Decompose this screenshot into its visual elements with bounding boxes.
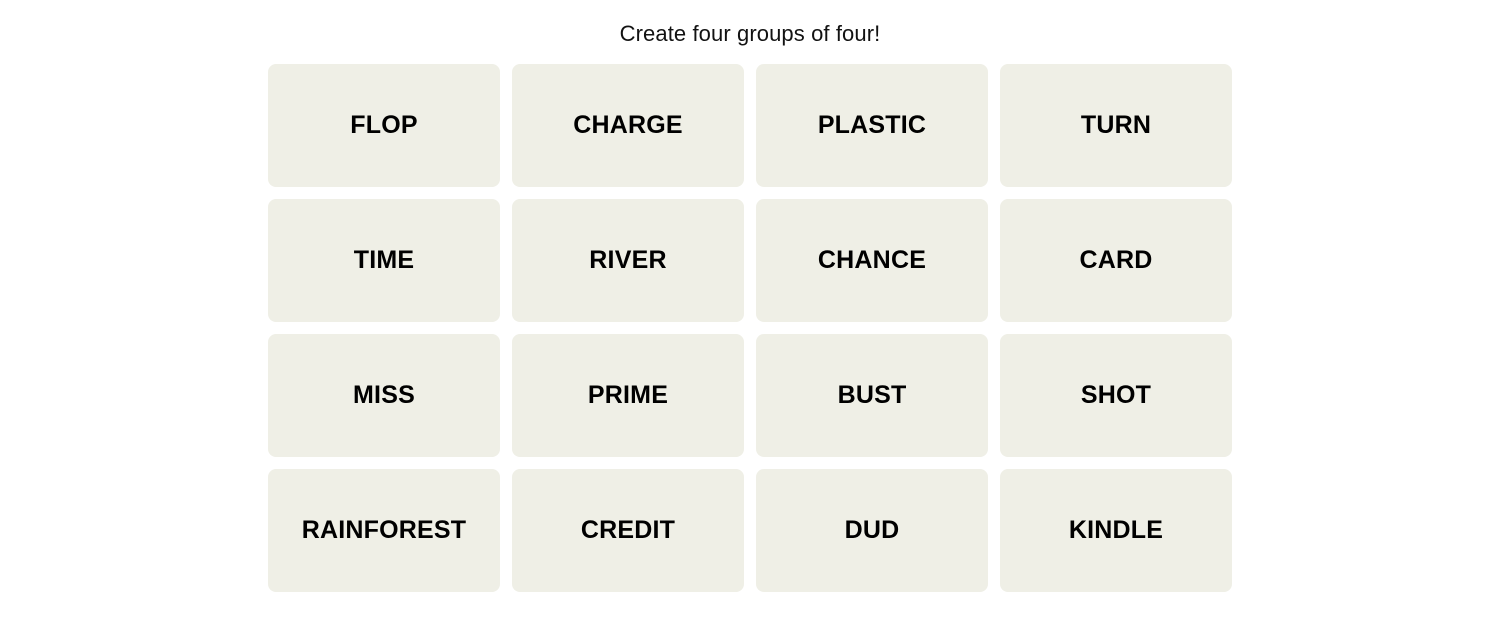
word-tile-prime[interactable]: PRIME xyxy=(512,334,744,457)
word-tile-shot[interactable]: SHOT xyxy=(1000,334,1232,457)
word-tile-label: TIME xyxy=(353,246,415,274)
word-tile-label: CHANCE xyxy=(817,246,927,274)
word-tile-label: MISS xyxy=(353,381,415,409)
word-tile-label: DUD xyxy=(844,516,900,544)
instruction-text: Create four groups of four! xyxy=(619,21,881,46)
word-tile-label: RIVER xyxy=(589,246,667,274)
word-tile-bust[interactable]: BUST xyxy=(756,334,988,457)
connections-game: Create four groups of four! FLOP CHARGE … xyxy=(0,0,1500,622)
word-tile-label: PRIME xyxy=(587,381,669,409)
word-tile-label: PLASTIC xyxy=(817,111,927,139)
word-tile-miss[interactable]: MISS xyxy=(268,334,500,457)
word-tile-turn[interactable]: TURN xyxy=(1000,64,1232,187)
word-tile-dud[interactable]: DUD xyxy=(756,469,988,592)
word-tile-label: KINDLE xyxy=(1068,516,1164,544)
word-tile-label: CREDIT xyxy=(580,516,676,544)
word-tile-time[interactable]: TIME xyxy=(268,199,500,322)
word-tile-label: CHARGE xyxy=(573,111,683,139)
word-tile-kindle[interactable]: KINDLE xyxy=(1000,469,1232,592)
word-tile-flop[interactable]: FLOP xyxy=(268,64,500,187)
puzzle-board: FLOP CHARGE PLASTIC TURN TIME RIVER CHAN… xyxy=(268,64,1232,592)
word-tile-chance[interactable]: CHANCE xyxy=(756,199,988,322)
word-tile-label: TURN xyxy=(1080,111,1152,139)
word-tile-label: BUST xyxy=(837,381,907,409)
word-tile-card[interactable]: CARD xyxy=(1000,199,1232,322)
word-tile-rainforest[interactable]: RAINFOREST xyxy=(268,469,500,592)
word-tile-charge[interactable]: CHARGE xyxy=(512,64,744,187)
word-tile-label: SHOT xyxy=(1080,381,1152,409)
word-tile-label: FLOP xyxy=(350,111,418,139)
word-tile-label: RAINFOREST xyxy=(301,516,467,544)
word-tile-plastic[interactable]: PLASTIC xyxy=(756,64,988,187)
word-tile-credit[interactable]: CREDIT xyxy=(512,469,744,592)
word-tile-label: CARD xyxy=(1079,246,1153,274)
word-tile-river[interactable]: RIVER xyxy=(512,199,744,322)
